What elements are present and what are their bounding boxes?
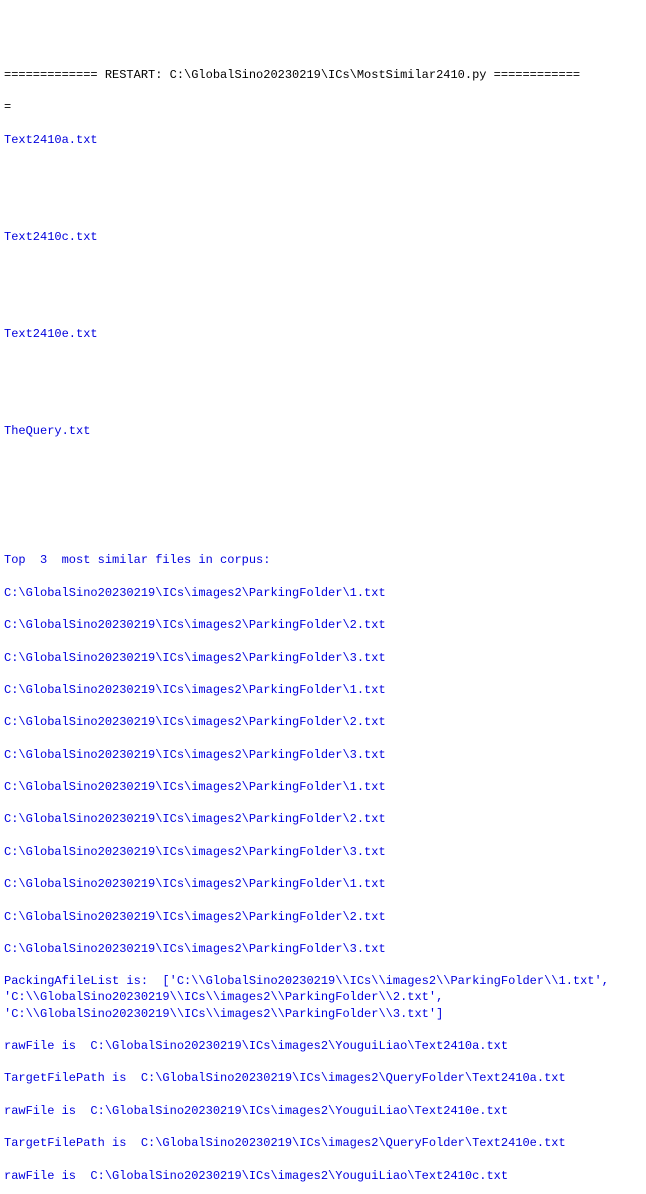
file-output: Text2410e.txt bbox=[4, 326, 642, 342]
similar-file: C:\GlobalSino20230219\ICs\images2\Parkin… bbox=[4, 779, 642, 795]
restart-continuation: = bbox=[4, 99, 642, 115]
path-line: rawFile is C:\GlobalSino20230219\ICs\ima… bbox=[4, 1038, 642, 1054]
similar-header: Top 3 most similar files in corpus: bbox=[4, 552, 642, 568]
similar-file: C:\GlobalSino20230219\ICs\images2\Parkin… bbox=[4, 585, 642, 601]
path-line: rawFile is C:\GlobalSino20230219\ICs\ima… bbox=[4, 1168, 642, 1184]
similar-file: C:\GlobalSino20230219\ICs\images2\Parkin… bbox=[4, 714, 642, 730]
similar-file: C:\GlobalSino20230219\ICs\images2\Parkin… bbox=[4, 811, 642, 827]
file-output: TheQuery.txt bbox=[4, 423, 642, 439]
file-output: Text2410c.txt bbox=[4, 229, 642, 245]
similar-file: C:\GlobalSino20230219\ICs\images2\Parkin… bbox=[4, 747, 642, 763]
blank-line bbox=[4, 358, 642, 374]
path-line: TargetFilePath is C:\GlobalSino20230219\… bbox=[4, 1070, 642, 1086]
blank-line bbox=[4, 196, 642, 212]
blank-line bbox=[4, 293, 642, 309]
packing-list: PackingAfileList is: ['C:\\GlobalSino202… bbox=[4, 973, 642, 1022]
file-output: Text2410a.txt bbox=[4, 132, 642, 148]
similar-file: C:\GlobalSino20230219\ICs\images2\Parkin… bbox=[4, 682, 642, 698]
similar-file: C:\GlobalSino20230219\ICs\images2\Parkin… bbox=[4, 650, 642, 666]
similar-file: C:\GlobalSino20230219\ICs\images2\Parkin… bbox=[4, 844, 642, 860]
similar-file: C:\GlobalSino20230219\ICs\images2\Parkin… bbox=[4, 617, 642, 633]
similar-file: C:\GlobalSino20230219\ICs\images2\Parkin… bbox=[4, 941, 642, 957]
blank-line bbox=[4, 520, 642, 536]
restart-header: ============= RESTART: C:\GlobalSino2023… bbox=[4, 67, 642, 83]
blank-line bbox=[4, 455, 642, 471]
blank-line bbox=[4, 391, 642, 407]
path-line: rawFile is C:\GlobalSino20230219\ICs\ima… bbox=[4, 1103, 642, 1119]
similar-file: C:\GlobalSino20230219\ICs\images2\Parkin… bbox=[4, 876, 642, 892]
blank-line bbox=[4, 488, 642, 504]
blank-line bbox=[4, 164, 642, 180]
similar-file: C:\GlobalSino20230219\ICs\images2\Parkin… bbox=[4, 909, 642, 925]
blank-line bbox=[4, 261, 642, 277]
path-line: TargetFilePath is C:\GlobalSino20230219\… bbox=[4, 1135, 642, 1151]
